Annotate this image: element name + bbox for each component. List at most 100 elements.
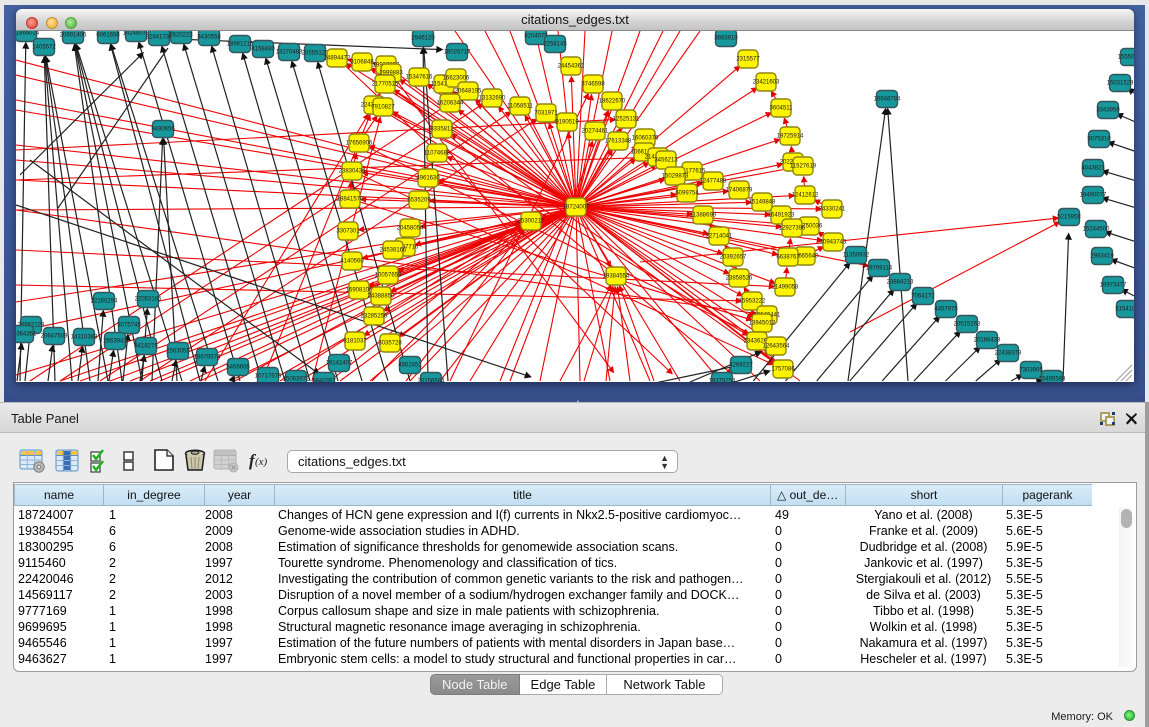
svg-text:22053165: 22053165 xyxy=(135,297,162,303)
svg-text:3883910: 3883910 xyxy=(714,36,738,42)
svg-text:8490656: 8490656 xyxy=(151,127,175,133)
svg-text:11388699: 11388699 xyxy=(690,213,717,219)
svg-text:11866024: 11866024 xyxy=(16,31,40,37)
svg-text:17406879: 17406879 xyxy=(726,188,753,194)
svg-text:25300215: 25300215 xyxy=(518,219,545,225)
svg-text:1757086: 1757086 xyxy=(771,367,795,373)
svg-text:11350932: 11350932 xyxy=(843,253,870,259)
svg-text:20392657: 20392657 xyxy=(720,255,747,261)
svg-text:20943743: 20943743 xyxy=(820,240,847,246)
svg-text:2315577: 2315577 xyxy=(736,57,760,63)
svg-text:22160294: 22160294 xyxy=(91,299,118,305)
svg-text:13495588: 13495588 xyxy=(1039,377,1066,383)
svg-text:3604511: 3604511 xyxy=(770,106,794,112)
svg-text:13132690: 13132690 xyxy=(479,96,506,102)
svg-text:16623006: 16623006 xyxy=(443,76,470,82)
svg-text:13270483: 13270483 xyxy=(276,50,303,56)
svg-text:19678574: 19678574 xyxy=(194,355,221,361)
svg-text:23858526: 23858526 xyxy=(726,276,753,282)
svg-text:5840397: 5840397 xyxy=(312,379,336,383)
svg-text:5154104: 5154104 xyxy=(1115,307,1134,313)
svg-text:2620223: 2620223 xyxy=(169,33,193,39)
svg-text:3075745: 3075745 xyxy=(117,323,141,329)
svg-text:7303905: 7303905 xyxy=(1019,368,1043,374)
svg-text:2663941: 2663941 xyxy=(103,339,127,345)
svg-text:21499058: 21499058 xyxy=(772,285,799,291)
svg-text:18622670: 18622670 xyxy=(599,99,626,105)
svg-text:6099754: 6099754 xyxy=(675,191,699,197)
svg-text:12412612: 12412612 xyxy=(792,193,819,199)
svg-text:12927396: 12927396 xyxy=(779,226,806,232)
svg-text:4158480: 4158480 xyxy=(251,47,275,53)
svg-text:24330241: 24330241 xyxy=(819,207,846,213)
svg-text:18981216: 18981216 xyxy=(227,42,254,48)
svg-text:2946120: 2946120 xyxy=(411,36,435,42)
svg-text:7064171: 7064171 xyxy=(911,294,935,300)
svg-text:20515263: 20515263 xyxy=(954,322,981,328)
svg-text:3181037: 3181037 xyxy=(343,339,367,345)
svg-text:(x): (x) xyxy=(255,456,268,468)
svg-text:17613348: 17613348 xyxy=(605,139,632,145)
svg-text:6061658: 6061658 xyxy=(96,33,120,39)
svg-text:15347616: 15347616 xyxy=(406,75,433,81)
svg-text:7910827: 7910827 xyxy=(371,105,395,111)
svg-text:8418275: 8418275 xyxy=(134,344,158,350)
svg-text:14310388: 14310388 xyxy=(71,335,98,341)
svg-text:4952451: 4952451 xyxy=(398,363,422,369)
svg-text:24388850: 24388850 xyxy=(368,294,395,300)
svg-text:19799114: 19799114 xyxy=(866,266,893,272)
svg-text:16648784: 16648784 xyxy=(874,97,901,103)
svg-text:24538166: 24538166 xyxy=(380,248,407,254)
svg-text:9335812: 9335812 xyxy=(430,127,454,133)
svg-text:20647509: 20647509 xyxy=(41,334,68,340)
svg-text:4269227: 4269227 xyxy=(729,363,753,369)
svg-text:18026717: 18026717 xyxy=(444,50,471,56)
svg-text:23830434: 23830434 xyxy=(339,169,366,175)
svg-text:19384554: 19384554 xyxy=(603,274,630,280)
svg-text:1405572: 1405572 xyxy=(32,45,56,51)
svg-text:3746598: 3746598 xyxy=(581,82,605,88)
svg-text:22714041: 22714041 xyxy=(706,234,733,240)
svg-text:24894472: 24894472 xyxy=(324,56,351,62)
svg-text:19379254: 19379254 xyxy=(709,379,736,383)
svg-text:15550734: 15550734 xyxy=(1118,55,1134,61)
svg-text:10057659: 10057659 xyxy=(375,273,402,279)
svg-text:19973477: 19973477 xyxy=(1100,283,1127,289)
svg-text:11527619: 11527619 xyxy=(790,164,817,170)
svg-text:23285250: 23285250 xyxy=(361,314,388,320)
svg-text:4043823: 4043823 xyxy=(1081,166,1105,172)
svg-text:2563055: 2563055 xyxy=(166,349,190,355)
svg-text:5215958: 5215958 xyxy=(1057,215,1081,221)
svg-text:22438378: 22438378 xyxy=(995,351,1022,357)
svg-text:6535209: 6535209 xyxy=(407,198,431,204)
svg-text:20458054: 20458054 xyxy=(397,226,424,232)
svg-text:21770515: 21770515 xyxy=(372,82,399,88)
svg-text:16491923: 16491923 xyxy=(768,213,795,219)
svg-text:17656906: 17656906 xyxy=(346,141,373,147)
svg-text:20648195: 20648195 xyxy=(455,89,482,95)
svg-text:4140560: 4140560 xyxy=(340,259,364,265)
svg-text:16206344: 16206344 xyxy=(437,101,464,107)
svg-text:24454361: 24454361 xyxy=(558,64,585,70)
svg-text:18724007: 18724007 xyxy=(563,205,590,211)
svg-text:7031971: 7031971 xyxy=(534,111,558,117)
svg-text:16060376: 16060376 xyxy=(632,136,659,142)
svg-text:15031529: 15031529 xyxy=(1107,81,1134,87)
svg-text:10717675: 10717675 xyxy=(255,374,282,380)
svg-text:11058511: 11058511 xyxy=(507,104,533,110)
svg-text:12643564: 12643564 xyxy=(763,344,790,350)
svg-text:3035728: 3035728 xyxy=(378,341,402,347)
svg-text:9075310: 9075310 xyxy=(1087,137,1111,143)
svg-text:19490077: 19490077 xyxy=(1080,193,1107,199)
svg-text:9190519: 9190519 xyxy=(555,120,579,126)
svg-text:15953222: 15953222 xyxy=(739,299,766,305)
svg-text:15244500: 15244500 xyxy=(1083,227,1110,233)
svg-text:4457975: 4457975 xyxy=(934,307,958,313)
svg-text:15149848: 15149848 xyxy=(749,200,776,206)
svg-text:20156684: 20156684 xyxy=(418,379,445,383)
svg-text:23884213: 23884213 xyxy=(887,280,914,286)
svg-text:15029873: 15029873 xyxy=(662,174,689,180)
svg-text:3430558: 3430558 xyxy=(197,35,221,41)
svg-text:11074688: 11074688 xyxy=(424,151,451,157)
svg-text:2258145: 2258145 xyxy=(543,42,567,48)
